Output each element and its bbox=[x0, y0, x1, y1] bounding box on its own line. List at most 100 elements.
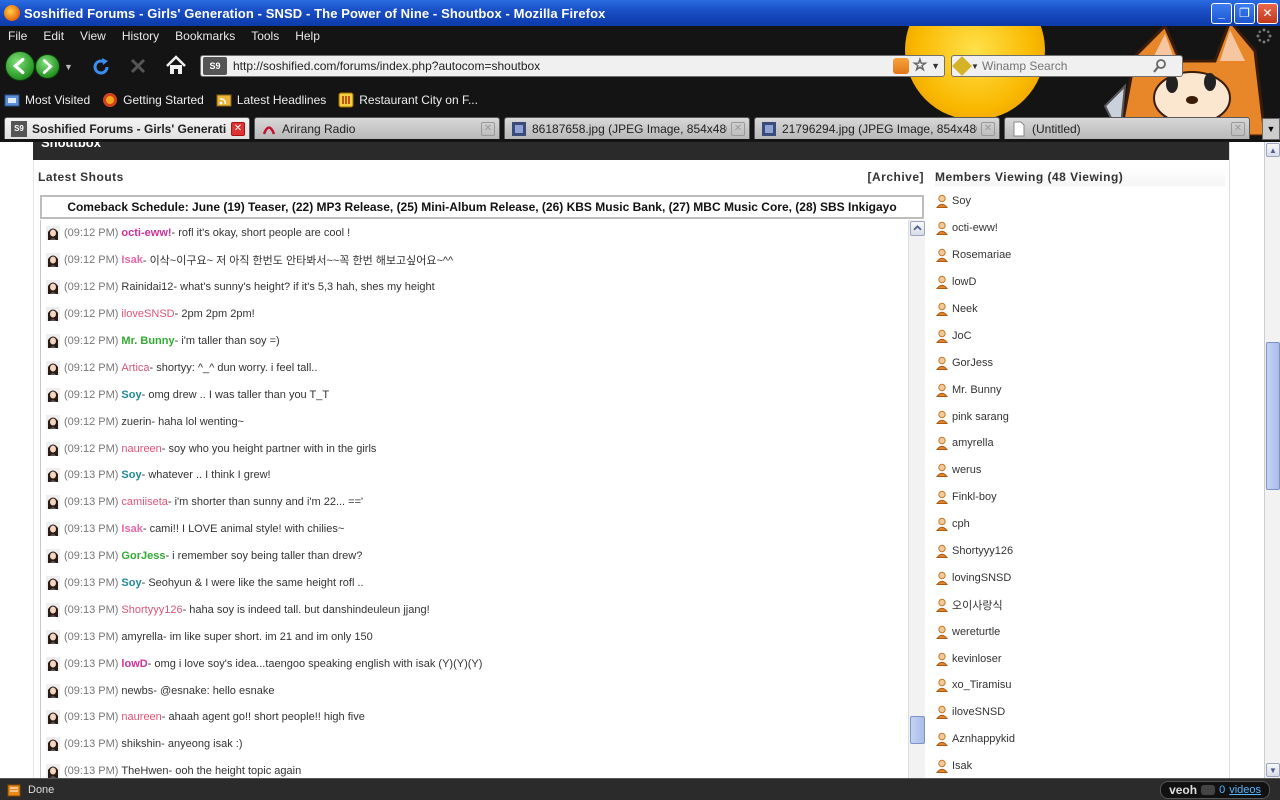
shout-username[interactable]: iloveSNSD bbox=[121, 308, 174, 320]
member-item[interactable]: Mr. Bunny bbox=[934, 376, 1224, 403]
menu-edit[interactable]: Edit bbox=[35, 29, 72, 43]
history-dropdown-icon[interactable]: ▼ bbox=[64, 62, 73, 72]
veoh-videos-link[interactable]: videos bbox=[1229, 784, 1261, 796]
shout-username[interactable]: Isak bbox=[121, 254, 142, 266]
shout-username[interactable]: newbs bbox=[121, 685, 153, 697]
user-avatar-icon bbox=[46, 656, 60, 671]
shout-username[interactable]: Soy bbox=[121, 577, 141, 589]
page-scrollbar[interactable]: ▲ ▼ bbox=[1264, 142, 1280, 778]
stop-icon[interactable] bbox=[128, 56, 148, 76]
bookmark-most-visited[interactable]: Most Visited bbox=[4, 92, 94, 108]
member-item[interactable]: iloveSNSD bbox=[934, 699, 1224, 726]
shout-username[interactable]: Soy bbox=[121, 469, 141, 481]
member-item[interactable]: Aznhappykid bbox=[934, 726, 1224, 753]
shout-username[interactable]: Soy bbox=[121, 389, 141, 401]
close-tab-icon[interactable]: ✕ bbox=[981, 121, 995, 136]
shout-username[interactable]: Mr. Bunny bbox=[121, 335, 174, 347]
tab-soshified[interactable]: S9 Soshified Forums - Girls' Generati...… bbox=[4, 117, 250, 139]
forward-button[interactable] bbox=[35, 54, 60, 79]
menu-history[interactable]: History bbox=[114, 29, 167, 43]
member-item[interactable]: GorJess bbox=[934, 349, 1224, 376]
magnifier-icon[interactable] bbox=[1152, 58, 1168, 74]
shout-username[interactable]: shikshin bbox=[121, 738, 161, 750]
tab-list-button[interactable]: ▼ bbox=[1262, 118, 1280, 140]
veoh-widget[interactable]: veoh 0 videos bbox=[1160, 780, 1270, 799]
menu-bookmarks[interactable]: Bookmarks bbox=[167, 29, 243, 43]
shout-username[interactable]: Rainidai12 bbox=[121, 281, 173, 293]
shouts-scroll-thumb[interactable] bbox=[910, 716, 925, 744]
bookmark-star-icon[interactable]: ☆ bbox=[912, 57, 927, 74]
shout-username[interactable]: Shortyyy126 bbox=[121, 604, 182, 616]
close-tab-icon[interactable]: ✕ bbox=[1231, 121, 1245, 136]
close-tab-icon[interactable]: ✕ bbox=[231, 121, 245, 136]
shout-time: (09:12 PM) bbox=[64, 335, 119, 347]
rss-feed-icon[interactable] bbox=[892, 58, 909, 74]
member-item[interactable]: werus bbox=[934, 457, 1224, 484]
member-item[interactable]: 오이사랑식 bbox=[934, 591, 1224, 618]
menu-tools[interactable]: Tools bbox=[243, 29, 287, 43]
play-icon[interactable] bbox=[1201, 784, 1216, 795]
bookmark-latest-headlines[interactable]: Latest Headlines bbox=[216, 92, 330, 108]
bookmark-restaurant-city[interactable]: Restaurant City on F... bbox=[338, 92, 482, 108]
tab-image-21796294[interactable]: 21796294.jpg (JPEG Image, 854x480 p... ✕ bbox=[754, 117, 1000, 139]
member-item[interactable]: lovingSNSD bbox=[934, 564, 1224, 591]
search-input[interactable] bbox=[982, 57, 1152, 75]
shout-username[interactable]: Artica bbox=[121, 362, 149, 374]
archive-link[interactable]: [Archive] bbox=[867, 170, 924, 184]
tab-arirang[interactable]: Arirang Radio ✕ bbox=[254, 117, 500, 139]
member-item[interactable]: octi-eww! bbox=[934, 215, 1224, 242]
back-button[interactable] bbox=[5, 51, 35, 81]
shout-username[interactable]: naureen bbox=[121, 711, 161, 723]
menu-file[interactable]: File bbox=[0, 29, 35, 43]
member-item[interactable]: wereturtle bbox=[934, 618, 1224, 645]
bookmark-getting-started[interactable]: Getting Started bbox=[102, 92, 208, 108]
menu-help[interactable]: Help bbox=[287, 29, 328, 43]
search-engine-icon[interactable]: ▼ bbox=[952, 56, 982, 76]
menu-view[interactable]: View bbox=[72, 29, 114, 43]
shout-username[interactable]: GorJess bbox=[121, 550, 165, 562]
member-item[interactable]: xo_Tiramisu bbox=[934, 672, 1224, 699]
close-tab-icon[interactable]: ✕ bbox=[731, 121, 745, 136]
tab-untitled[interactable]: (Untitled) ✕ bbox=[1004, 117, 1250, 139]
home-icon[interactable] bbox=[164, 54, 188, 78]
member-item[interactable]: amyrella bbox=[934, 430, 1224, 457]
member-item[interactable]: Rosemariae bbox=[934, 242, 1224, 269]
scroll-down-arrow-icon[interactable]: ▼ bbox=[1266, 763, 1280, 777]
address-bar[interactable]: S9 http://soshified.com/forums/index.php… bbox=[200, 55, 945, 77]
member-item[interactable]: Soy bbox=[934, 188, 1224, 215]
shout-username[interactable]: amyrella bbox=[121, 631, 163, 643]
shout-username[interactable]: octi-eww! bbox=[121, 227, 171, 239]
shout-row: (09:12 PM) Rainidai12 - what's sunny's he… bbox=[41, 274, 907, 301]
shout-username[interactable]: lowD bbox=[121, 658, 147, 670]
member-item[interactable]: Shortyyy126 bbox=[934, 538, 1224, 565]
member-item[interactable]: Finkl-boy bbox=[934, 484, 1224, 511]
shout-username[interactable]: camiiseta bbox=[121, 496, 167, 508]
page-scroll-thumb[interactable] bbox=[1266, 342, 1280, 490]
tab-image-86187658[interactable]: 86187658.jpg (JPEG Image, 854x480 p... ✕ bbox=[504, 117, 750, 139]
member-item[interactable]: Isak bbox=[934, 753, 1224, 778]
member-item[interactable]: JoC bbox=[934, 322, 1224, 349]
user-icon bbox=[936, 302, 948, 316]
url-dropdown-icon[interactable]: ▼ bbox=[931, 61, 940, 71]
reload-icon[interactable] bbox=[90, 56, 112, 78]
maximize-button[interactable]: ❐ bbox=[1234, 2, 1255, 24]
bookmark-label: Most Visited bbox=[25, 93, 91, 107]
member-item[interactable]: pink sarang bbox=[934, 403, 1224, 430]
shout-username[interactable]: TheHwen bbox=[121, 765, 168, 777]
minimize-button[interactable]: _ bbox=[1211, 2, 1232, 24]
shout-username[interactable]: naureen bbox=[121, 443, 161, 455]
close-window-button[interactable]: ✕ bbox=[1257, 2, 1278, 24]
member-item[interactable]: lowD bbox=[934, 269, 1224, 296]
member-item[interactable]: cph bbox=[934, 511, 1224, 538]
shout-username[interactable]: zuerin bbox=[121, 416, 151, 428]
shouts-scrollbar[interactable] bbox=[908, 220, 925, 778]
close-tab-icon[interactable]: ✕ bbox=[481, 121, 495, 136]
user-icon bbox=[936, 544, 948, 559]
url-text[interactable]: http://soshified.com/forums/index.php?au… bbox=[233, 59, 540, 73]
shout-username[interactable]: Isak bbox=[121, 523, 142, 535]
scroll-up-arrow-icon[interactable]: ▲ bbox=[1266, 143, 1280, 157]
shout-row: (09:13 PM) newbs - @esnake: hello esnake bbox=[41, 677, 907, 704]
member-item[interactable]: kevinloser bbox=[934, 645, 1224, 672]
member-item[interactable]: Neek bbox=[934, 296, 1224, 323]
scroll-up-arrow-icon[interactable] bbox=[910, 221, 925, 236]
